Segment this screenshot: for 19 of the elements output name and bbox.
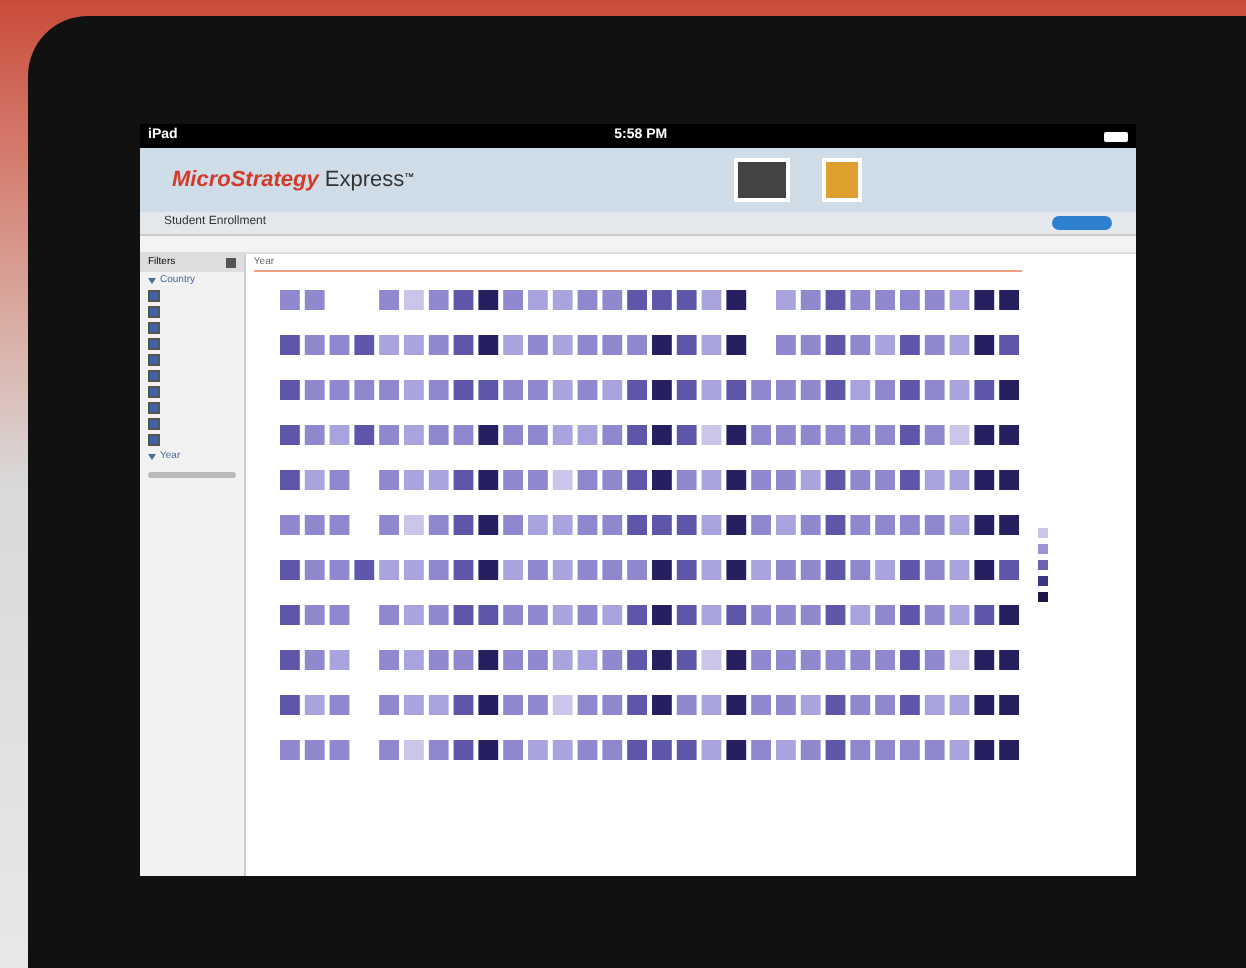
action-button[interactable] <box>1052 216 1112 230</box>
filter-checkbox[interactable] <box>148 370 160 382</box>
caret-icon[interactable] <box>148 276 156 284</box>
filter-checkbox[interactable] <box>148 338 160 350</box>
scrollbar[interactable] <box>148 472 236 478</box>
filter-checkbox[interactable] <box>148 418 160 430</box>
device-thumbnail <box>734 158 791 202</box>
close-icon[interactable] <box>225 258 236 268</box>
filter-checkbox[interactable] <box>148 434 160 446</box>
filter-checkbox[interactable] <box>148 306 160 318</box>
filter-checkbox[interactable] <box>148 386 160 398</box>
battery-icon <box>1103 131 1128 141</box>
app-logo: MicroStrategy Express$^{™}$ <box>172 165 415 196</box>
chart-thumbnail <box>822 158 863 202</box>
filter-checkbox[interactable] <box>148 354 160 366</box>
filter-checkbox[interactable] <box>148 322 160 334</box>
caret-icon[interactable] <box>148 452 156 460</box>
filter-checkbox[interactable] <box>148 290 160 302</box>
filter-checkbox[interactable] <box>148 402 160 414</box>
